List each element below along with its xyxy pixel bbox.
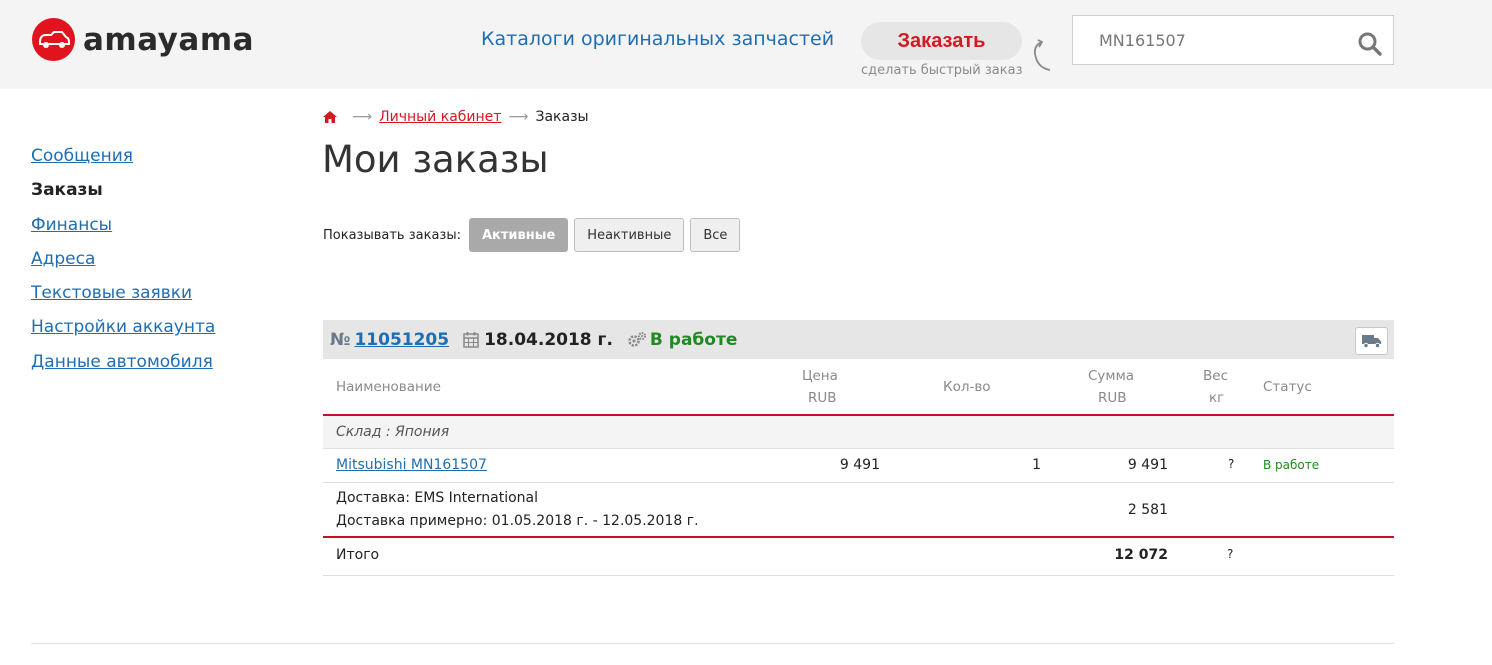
curved-arrow-icon (1033, 39, 1051, 71)
sidebar-item-car-data[interactable]: Данные автомобиля (31, 351, 215, 385)
warehouse-row: Склад : Япония (323, 416, 1394, 449)
item-price: 9 491 (839, 457, 880, 473)
quick-order-button[interactable]: Заказать (861, 22, 1022, 60)
total-label: Итого (336, 547, 380, 563)
delivery-method: Доставка: EMS International (336, 490, 539, 506)
quick-order-hint: сделать быстрый заказ (861, 63, 1023, 78)
delivery-sum: 2 581 (1127, 502, 1168, 518)
order-filter: Показывать заказы: Активные Неактивные В… (323, 218, 746, 252)
sidebar-item-addresses[interactable]: Адреса (31, 248, 215, 282)
column-header-weight: Вес (1203, 368, 1228, 384)
column-header-name: Наименование (336, 379, 441, 395)
order-header: № 11051205 18.04.2018 г. В работе (323, 320, 1394, 359)
logo-icon (32, 18, 75, 61)
column-header-qty: Кол-во (943, 379, 991, 395)
home-icon[interactable] (323, 111, 337, 123)
footer-divider (31, 643, 1394, 644)
order-number-prefix: № (330, 329, 351, 350)
calendar-icon (463, 332, 479, 348)
search-box (1072, 15, 1394, 65)
logo[interactable]: amayama (32, 18, 254, 61)
column-header-weight-unit: кг (1209, 390, 1225, 406)
total-divider (323, 536, 1394, 538)
logo-text: amayama (83, 21, 255, 58)
truck-icon (1361, 335, 1381, 348)
sidebar-item-orders: Заказы (31, 180, 103, 201)
row-divider (323, 482, 1394, 483)
warehouse-label: Склад : Япония (336, 424, 450, 440)
total-weight: ? (1227, 547, 1234, 561)
breadcrumb-arrow-icon: ⟶ (352, 109, 373, 125)
sidebar-item-text-requests[interactable]: Текстовые заявки (31, 282, 215, 316)
order-date: 18.04.2018 г. (484, 329, 613, 350)
filter-all-button[interactable]: Все (690, 218, 741, 252)
item-sum: 9 491 (1127, 457, 1168, 473)
sidebar-item-finances[interactable]: Финансы (31, 214, 215, 248)
item-name-link[interactable]: Mitsubishi MN161507 (336, 457, 487, 473)
item-status: В работе (1263, 458, 1320, 472)
sidebar-item-messages[interactable]: Сообщения (31, 145, 215, 179)
item-weight: ? (1228, 457, 1235, 471)
search-input[interactable] (1073, 16, 1353, 64)
site-header: amayama Каталоги оригинальных запчастей … (0, 0, 1492, 89)
column-header-price-unit: RUB (808, 390, 837, 406)
order-number-link[interactable]: 11051205 (354, 330, 449, 350)
breadcrumb: ⟶ Личный кабинет ⟶ Заказы (323, 109, 589, 125)
breadcrumb-cabinet-link[interactable]: Личный кабинет (379, 109, 501, 125)
filter-active-button[interactable]: Активные (468, 218, 569, 252)
column-header-sum: Сумма (1088, 368, 1135, 384)
breadcrumb-current: Заказы (535, 109, 589, 125)
column-header-price: Цена (802, 368, 838, 384)
tracking-button[interactable] (1355, 327, 1388, 355)
filter-inactive-button[interactable]: Неактивные (574, 218, 685, 252)
total-sum: 12 072 (1114, 547, 1168, 563)
account-sidebar: Сообщения Заказы Финансы Адреса Текстовы… (31, 145, 215, 385)
search-icon[interactable] (1357, 31, 1383, 57)
column-header-sum-unit: RUB (1098, 390, 1127, 406)
gears-icon (628, 331, 646, 347)
breadcrumb-arrow-icon: ⟶ (508, 109, 529, 125)
item-qty: 1 (1032, 457, 1041, 473)
delivery-dates: Доставка примерно: 01.05.2018 г. - 12.05… (336, 513, 699, 529)
column-header-status: Статус (1263, 379, 1312, 395)
filter-label: Показывать заказы: (323, 227, 461, 243)
row-divider (323, 575, 1394, 576)
catalogs-link[interactable]: Каталоги оригинальных запчастей (481, 28, 834, 50)
page-title: Мои заказы (322, 138, 549, 181)
sidebar-item-account-settings[interactable]: Настройки аккаунта (31, 316, 215, 350)
order-status: В работе (649, 329, 738, 350)
